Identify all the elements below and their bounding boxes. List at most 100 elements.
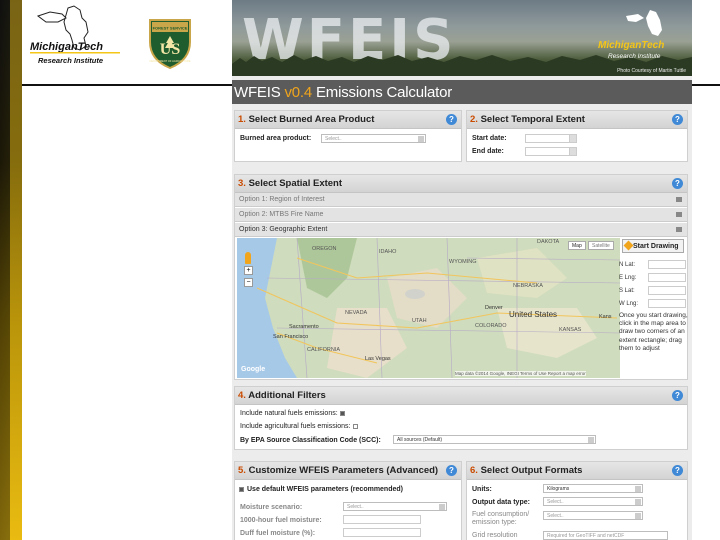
e-lng-input[interactable]: [648, 273, 686, 282]
fuel-moisture-1000-label: 1000-hour fuel moisture:: [240, 517, 322, 524]
w-lng-label: W Lng:: [619, 301, 639, 307]
map-attribution[interactable]: Map data ©2014 Google, INEGI Terms of Us…: [455, 371, 586, 376]
panel-header: 4. Additional Filters ?: [235, 387, 687, 405]
panel-title: Customize WFEIS Parameters (Advanced): [248, 465, 439, 476]
help-icon[interactable]: ?: [446, 465, 457, 476]
panel-title: Additional Filters: [248, 390, 326, 401]
wfeis-screenshot: WFEIS MichiganTech Research Institute Ph…: [232, 0, 692, 540]
default-params-checkbox[interactable]: [239, 486, 244, 492]
w-lng-input[interactable]: [648, 299, 686, 308]
collapse-icon[interactable]: [676, 197, 682, 202]
usfs-bottom-text: DEPARTMENT OF AGRICULTURE: [150, 59, 191, 63]
map-label-las-vegas: Las Vegas: [365, 356, 391, 362]
option-geographic-extent[interactable]: Option 3: Geographic Extent: [235, 223, 687, 237]
map-label-oregon: OREGON: [312, 246, 337, 252]
panel-header: 3. Select Spatial Extent ?: [235, 175, 687, 193]
burned-area-label: Burned area product:: [240, 135, 312, 142]
start-date-label: Start date:: [472, 135, 507, 142]
help-icon[interactable]: ?: [672, 390, 683, 401]
fuel-consumption-label: Fuel consumption/: [472, 511, 530, 518]
calendar-icon[interactable]: [569, 147, 577, 156]
step-number: 1.: [238, 114, 246, 125]
duff-moisture-label: Duff fuel moisture (%):: [240, 530, 316, 537]
calculator-title-bar: WFEIS v0.4 Emissions Calculator: [232, 80, 692, 104]
map-label-sacramento: Sacramento: [289, 324, 319, 330]
emission-type-select[interactable]: Select..: [543, 511, 643, 520]
chevron-down-icon: [635, 513, 641, 519]
s-lat-input[interactable]: [648, 286, 686, 295]
chevron-down-icon: [635, 486, 641, 492]
n-lat-input[interactable]: [648, 260, 686, 269]
map-label-california: CALIFORNIA: [307, 347, 341, 353]
step-number: 5.: [238, 465, 246, 476]
map-label-colorado: COLORADO: [475, 323, 507, 329]
duff-moisture-input[interactable]: [343, 528, 421, 537]
help-icon[interactable]: ?: [446, 114, 457, 125]
calc-title-prefix: WFEIS: [234, 84, 285, 101]
mtu-logo-line1: MichiganTech: [30, 41, 103, 53]
zoom-out-icon[interactable]: −: [244, 278, 253, 287]
output-type-select[interactable]: Select..: [543, 497, 643, 506]
banner-logo-line1: MichiganTech: [598, 40, 664, 51]
mtu-logo-line2: Research Institute: [38, 56, 103, 65]
satellite-view-button[interactable]: Satellite: [588, 241, 614, 250]
panel-spatial-extent: 3. Select Spatial Extent ? Option 1: Reg…: [234, 174, 688, 380]
map-label-dakota: DAKOTA: [537, 239, 560, 245]
chevron-down-icon: [635, 499, 641, 505]
emission-type-label: emission type:: [472, 519, 517, 526]
panel-header: 1. Select Burned Area Product ?: [235, 111, 461, 129]
map-label-kansas-city: Kans: [599, 314, 612, 320]
map-canvas[interactable]: Map Satellite + − OREGON IDAHO WYOMING D…: [237, 238, 620, 378]
collapse-icon[interactable]: [676, 227, 682, 232]
burned-area-select[interactable]: Select..: [321, 134, 426, 143]
usfs-shield-icon: FOREST SERVICE US DEPARTMENT OF AGRICULT…: [149, 19, 191, 70]
step-number: 6.: [470, 465, 478, 476]
map-label-utah: UTAH: [412, 318, 427, 324]
grid-resolution-input[interactable]: Required for GeoTIFF and netCDF: [543, 531, 668, 540]
step-number: 2.: [470, 114, 478, 125]
option-mtbs-fire-name[interactable]: Option 2: MTBS Fire Name: [235, 208, 687, 222]
collapse-icon[interactable]: [676, 212, 682, 217]
fuel-moisture-1000-input[interactable]: [343, 515, 421, 524]
n-lat-label: N Lat:: [619, 262, 636, 268]
default-params-label: Use default WFEIS parameters (recommende…: [247, 486, 403, 493]
chevron-down-icon: [418, 136, 424, 142]
end-date-label: End date:: [472, 148, 504, 155]
map-view-button[interactable]: Map: [568, 241, 586, 250]
panel-header: 6. Select Output Formats ?: [467, 462, 687, 480]
help-icon[interactable]: ?: [672, 465, 683, 476]
help-icon[interactable]: ?: [672, 178, 683, 189]
map-label-san-francisco: San Francisco: [273, 334, 309, 340]
help-icon[interactable]: ?: [672, 114, 683, 125]
units-label: Units:: [472, 486, 492, 493]
slide-left-gradient: [0, 0, 22, 540]
panel-header: 5. Customize WFEIS Parameters (Advanced)…: [235, 462, 461, 480]
calendar-icon[interactable]: [569, 134, 577, 143]
panel-customize-parameters: 5. Customize WFEIS Parameters (Advanced)…: [234, 461, 462, 540]
output-type-label: Output data type:: [472, 499, 530, 506]
photo-credit: Photo Courtesy of Martin Tuttle: [617, 68, 686, 74]
map-label-united-states: United States: [509, 310, 558, 319]
units-select[interactable]: Kilograms: [543, 484, 643, 493]
banner-mtu-logo: MichiganTech Research Institute: [598, 10, 664, 60]
zoom-in-icon[interactable]: +: [244, 266, 253, 275]
grid-resolution-label: Grid resolution: [472, 532, 518, 539]
calculator-title: WFEIS v0.4 Emissions Calculator: [234, 84, 452, 101]
map-terrain: [237, 238, 620, 378]
moisture-select[interactable]: Select..: [343, 502, 447, 511]
agricultural-fuels-checkbox[interactable]: [352, 423, 358, 429]
map-label-wyoming: WYOMING: [449, 259, 477, 265]
pegman-icon[interactable]: [245, 252, 251, 264]
panel-burned-area: 1. Select Burned Area Product ? Burned a…: [234, 110, 462, 162]
drawing-hint: Once you start drawing, click in the map…: [619, 312, 688, 352]
map-label-nebraska: NEBRASKA: [513, 283, 543, 289]
panel-title: Select Spatial Extent: [248, 178, 343, 189]
google-logo: Google: [241, 366, 266, 373]
natural-fuels-label: Include natural fuels emissions:: [240, 410, 338, 417]
option-region-of-interest[interactable]: Option 1: Region of Interest: [235, 193, 687, 207]
chevron-down-icon: [439, 504, 445, 510]
moisture-label: Moisture scenario:: [240, 504, 303, 511]
scc-select[interactable]: All sources (Default): [393, 435, 596, 444]
panel-temporal-extent: 2. Select Temporal Extent ? Start date: …: [466, 110, 688, 162]
natural-fuels-checkbox[interactable]: [339, 410, 345, 416]
